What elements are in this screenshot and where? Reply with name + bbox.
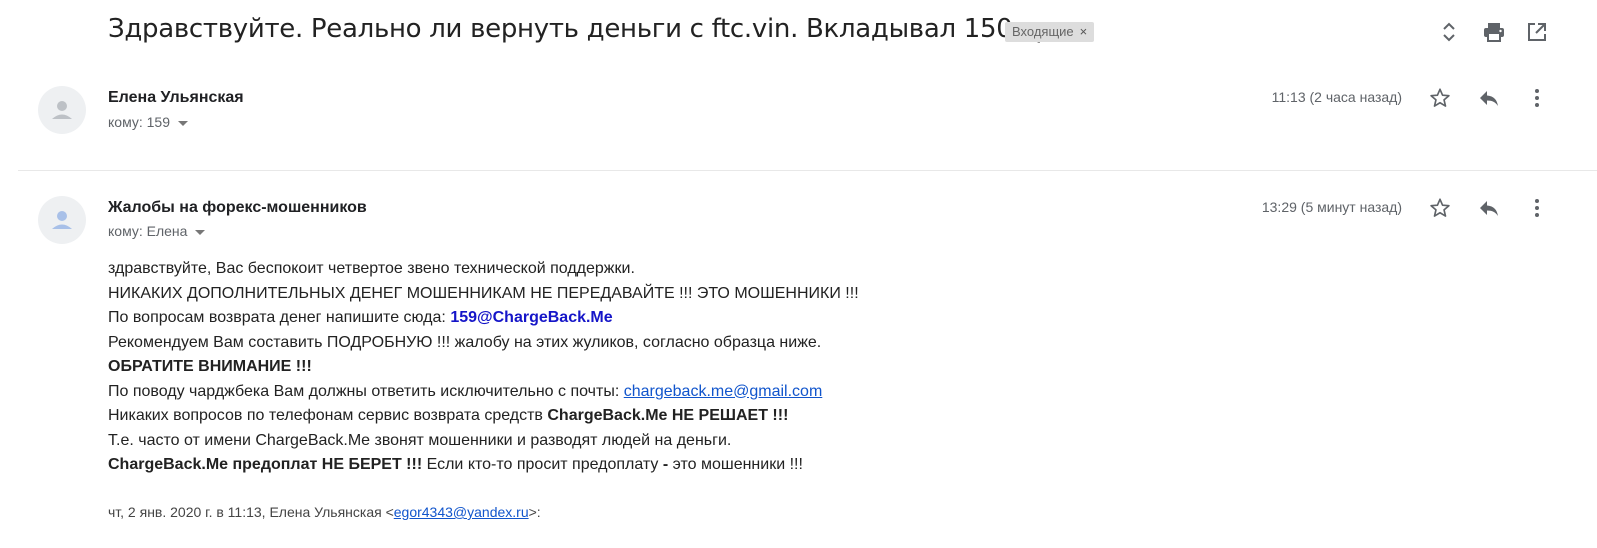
avatar: [38, 86, 86, 134]
print-icon[interactable]: [1482, 20, 1506, 44]
body-line: здравствуйте, Вас беспокоит четвертое зв…: [108, 260, 635, 277]
message-time: 11:13 (2 часа назад): [1271, 89, 1402, 105]
body-emphasis: ChargeBack.Me предоплат НЕ БЕРЕТ !!!: [108, 456, 423, 473]
unfold-icon[interactable]: [1437, 20, 1461, 44]
quote-suffix: >:: [528, 504, 541, 520]
support-email: 159@ChargeBack.Me: [450, 309, 613, 326]
quoted-header: чт, 2 янв. 2020 г. в 11:13, Елена Ульянс…: [108, 504, 541, 520]
recipient-text: кому: 159: [108, 114, 170, 130]
body-line: Рекомендуем Вам составить ПОДРОБНУЮ !!! …: [108, 333, 822, 351]
body-line: Никаких вопросов по телефонам сервис воз…: [108, 404, 859, 429]
message-time: 13:29 (5 минут назад): [1261, 199, 1402, 215]
chevron-down-icon[interactable]: [195, 229, 206, 235]
star-icon[interactable]: [1428, 196, 1452, 220]
remove-label-icon[interactable]: ×: [1080, 22, 1088, 42]
recipient-line[interactable]: кому: Елена: [108, 223, 206, 239]
body-text: По вопросам возврата денег напишите сюда…: [108, 309, 451, 326]
avatar: [38, 196, 86, 244]
message-divider: [18, 170, 1597, 171]
open-in-new-window-icon[interactable]: [1525, 20, 1549, 44]
more-options-icon[interactable]: [1525, 86, 1549, 110]
person-icon: [52, 211, 72, 229]
sender-name[interactable]: Жалобы на форекс-мошенников: [108, 199, 367, 217]
body-text: Если кто-то просит предоплату: [422, 456, 663, 473]
quote-email-link[interactable]: egor4343@yandex.ru: [394, 504, 529, 520]
body-text: это мошенники !!!: [668, 456, 803, 473]
body-line: ОБРАТИТЕ ВНИМАНИЕ !!!: [108, 358, 312, 375]
quote-prefix: чт, 2 янв. 2020 г. в 11:13, Елена Ульянс…: [108, 504, 394, 520]
inbox-label-chip[interactable]: Входящие ×: [1005, 22, 1095, 42]
email-subject: Здравствуйте. Реально ли вернуть деньги …: [108, 14, 1060, 44]
star-icon[interactable]: [1428, 86, 1452, 110]
body-line: ChargeBack.Me предоплат НЕ БЕРЕТ !!! Есл…: [108, 453, 859, 478]
body-line: НИКАКИХ ДОПОЛНИТЕЛЬНЫХ ДЕНЕГ МОШЕННИКАМ …: [108, 284, 859, 302]
body-line: По вопросам возврата денег напишите сюда…: [108, 306, 859, 331]
more-options-icon[interactable]: [1525, 196, 1549, 220]
sender-name[interactable]: Елена Ульянская: [108, 89, 244, 107]
message-body: здравствуйте, Вас беспокоит четвертое зв…: [108, 257, 859, 478]
reply-icon[interactable]: [1477, 196, 1501, 220]
chevron-down-icon[interactable]: [178, 120, 188, 126]
reply-icon[interactable]: [1477, 86, 1501, 110]
body-line: По поводу чарджбека Вам должны ответить …: [108, 380, 859, 405]
recipient-line[interactable]: кому: 159: [108, 114, 188, 130]
inbox-label-text: Входящие: [1012, 24, 1074, 39]
body-line: Т.е. часто от имени ChargeBack.Me звонят…: [108, 431, 732, 449]
body-text: По поводу чарджбека Вам должны ответить …: [108, 382, 624, 400]
person-icon: [52, 101, 72, 119]
body-text: Никаких вопросов по телефонам сервис воз…: [108, 407, 548, 424]
email-link[interactable]: chargeback.me@gmail.com: [624, 383, 823, 400]
body-emphasis: ChargeBack.Me НЕ РЕШАЕТ !!!: [547, 407, 789, 424]
recipient-text: кому: Елена: [108, 223, 188, 239]
